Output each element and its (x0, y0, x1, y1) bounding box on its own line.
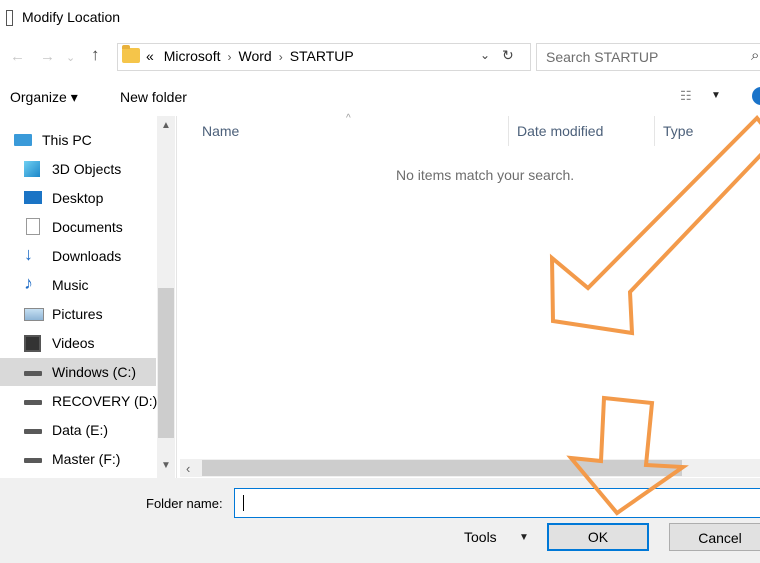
diagonal-arrow-annotation-icon (549, 115, 760, 336)
down-arrow-annotation-icon (566, 395, 689, 516)
annotation-arrows (549, 115, 760, 516)
